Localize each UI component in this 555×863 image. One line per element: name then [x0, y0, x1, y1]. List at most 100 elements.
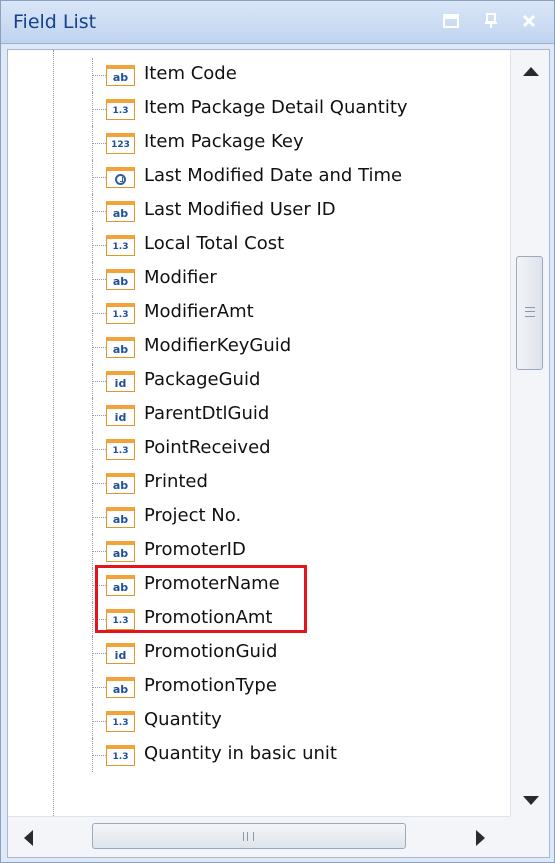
- decimal-field-icon: 1.3: [106, 235, 135, 256]
- field-label: Quantity: [144, 709, 222, 730]
- field-type-glyph: 1.3: [112, 445, 129, 456]
- panel-title: Field List: [13, 11, 97, 33]
- decimal-field-icon: 1.3: [106, 99, 135, 120]
- tree-branch-line: [92, 755, 106, 756]
- decimal-field-icon: 1.3: [106, 711, 135, 732]
- pin-icon[interactable]: [479, 9, 503, 33]
- tree-branch-line: [92, 211, 106, 212]
- vertical-scrollbar[interactable]: [510, 50, 549, 816]
- vertical-scroll-thumb[interactable]: [516, 256, 543, 370]
- tree-branch-line: [92, 415, 106, 416]
- field-item[interactable]: ab PromotionType: [92, 670, 502, 704]
- scroll-up-icon[interactable]: [523, 67, 539, 76]
- field-label: Quantity in basic unit: [144, 743, 337, 764]
- scroll-down-icon[interactable]: [523, 796, 539, 805]
- field-label: Local Total Cost: [144, 233, 285, 254]
- tree-branch-line: [92, 143, 106, 144]
- field-item[interactable]: id ParentDtlGuid: [92, 398, 502, 432]
- tree-branch-line: [92, 245, 106, 246]
- panel-title-bar[interactable]: Field List: [1, 1, 554, 44]
- field-item[interactable]: ab ModifierKeyGuid: [92, 330, 502, 364]
- scrollbar-corner: [510, 816, 549, 857]
- tree-branch-line: [92, 109, 106, 110]
- field-type-glyph: 1.3: [112, 751, 129, 762]
- field-item[interactable]: id PackageGuid: [92, 364, 502, 398]
- field-list-content: ab Item Code 1.3 Item Package Detail Quanti…: [7, 49, 550, 858]
- field-item[interactable]: Last Modified Date and Time: [92, 160, 502, 194]
- field-type-glyph: 1.3: [112, 309, 129, 320]
- id-field-icon: id: [106, 643, 135, 664]
- field-label: Item Package Key: [144, 131, 304, 152]
- decimal-field-icon: 1.3: [106, 745, 135, 766]
- decimal-field-icon: 1.3: [106, 439, 135, 460]
- field-label: Item Package Detail Quantity: [144, 97, 408, 118]
- field-label: Last Modified User ID: [144, 199, 336, 220]
- tree-branch-line: [92, 347, 106, 348]
- datetime-field-icon: [106, 167, 135, 188]
- text-field-icon: ab: [106, 337, 135, 358]
- field-item[interactable]: 1.3 ModifierAmt: [92, 296, 502, 330]
- field-type-glyph: ab: [112, 70, 129, 84]
- scroll-left-icon[interactable]: [24, 830, 33, 846]
- field-type-glyph: id: [114, 410, 127, 424]
- field-item[interactable]: 1.3 PointReceived: [92, 432, 502, 466]
- tree-branch-line: [92, 653, 106, 654]
- field-type-glyph: id: [114, 376, 127, 390]
- horizontal-scroll-thumb[interactable]: [92, 823, 406, 849]
- field-label: ParentDtlGuid: [144, 403, 270, 424]
- field-label: PromoterID: [144, 539, 246, 560]
- field-item[interactable]: ab PromoterID: [92, 534, 502, 568]
- field-type-glyph: 1.3: [112, 105, 129, 116]
- field-item[interactable]: 1.3 Quantity in basic unit: [92, 738, 502, 772]
- tree-branch-line: [92, 75, 106, 76]
- tree-branch-line: [92, 381, 106, 382]
- field-type-glyph: ab: [112, 478, 129, 492]
- text-field-icon: ab: [106, 201, 135, 222]
- maximize-icon[interactable]: [439, 9, 463, 33]
- field-item[interactable]: ab Project No.: [92, 500, 502, 534]
- tree-branch-line: [92, 687, 106, 688]
- tree-connector-line: [53, 50, 54, 816]
- tree-branch-line: [92, 483, 106, 484]
- text-field-icon: ab: [106, 541, 135, 562]
- field-item[interactable]: 1.3 Local Total Cost: [92, 228, 502, 262]
- field-type-glyph: id: [114, 648, 127, 662]
- field-label: Modifier: [144, 267, 217, 288]
- close-icon[interactable]: [517, 9, 541, 33]
- field-item[interactable]: ab Printed: [92, 466, 502, 500]
- scroll-right-icon[interactable]: [476, 830, 485, 846]
- tree-branch-line: [92, 449, 106, 450]
- id-field-icon: id: [106, 371, 135, 392]
- field-type-glyph: ab: [112, 546, 129, 560]
- field-label: Last Modified Date and Time: [144, 165, 403, 186]
- field-item[interactable]: 1.3 Item Package Detail Quantity: [92, 92, 502, 126]
- horizontal-scrollbar[interactable]: [8, 816, 510, 857]
- field-type-glyph: 1.3: [112, 717, 129, 728]
- field-type-glyph: ab: [112, 682, 129, 696]
- integer-field-icon: 123: [106, 133, 135, 154]
- field-item[interactable]: ab Modifier: [92, 262, 502, 296]
- tree-branch-line: [92, 177, 106, 178]
- field-item[interactable]: ab Item Code: [92, 58, 502, 92]
- field-type-glyph: 1.3: [112, 241, 129, 252]
- decimal-field-icon: 1.3: [106, 303, 135, 324]
- tree-branch-line: [92, 551, 106, 552]
- field-tree: ab Item Code 1.3 Item Package Detail Quanti…: [8, 50, 507, 816]
- field-list-panel: Field List ab Item Code 1.3 Item Package De…: [0, 0, 555, 863]
- field-label: Item Code: [144, 63, 237, 84]
- text-field-icon: ab: [106, 65, 135, 86]
- highlight-box: [95, 565, 307, 633]
- field-label: ModifierKeyGuid: [144, 335, 292, 356]
- field-item[interactable]: 123 Item Package Key: [92, 126, 502, 160]
- text-field-icon: ab: [106, 269, 135, 290]
- field-label: PromotionType: [144, 675, 277, 696]
- tree-branch-line: [92, 279, 106, 280]
- field-label: Printed: [144, 471, 208, 492]
- field-label: ModifierAmt: [144, 301, 254, 322]
- field-type-glyph: 123: [111, 139, 130, 150]
- field-type-glyph: ab: [112, 274, 129, 288]
- field-item[interactable]: ab Last Modified User ID: [92, 194, 502, 228]
- field-item[interactable]: 1.3 Quantity: [92, 704, 502, 738]
- tree-branch-line: [92, 313, 106, 314]
- field-item[interactable]: id PromotionGuid: [92, 636, 502, 670]
